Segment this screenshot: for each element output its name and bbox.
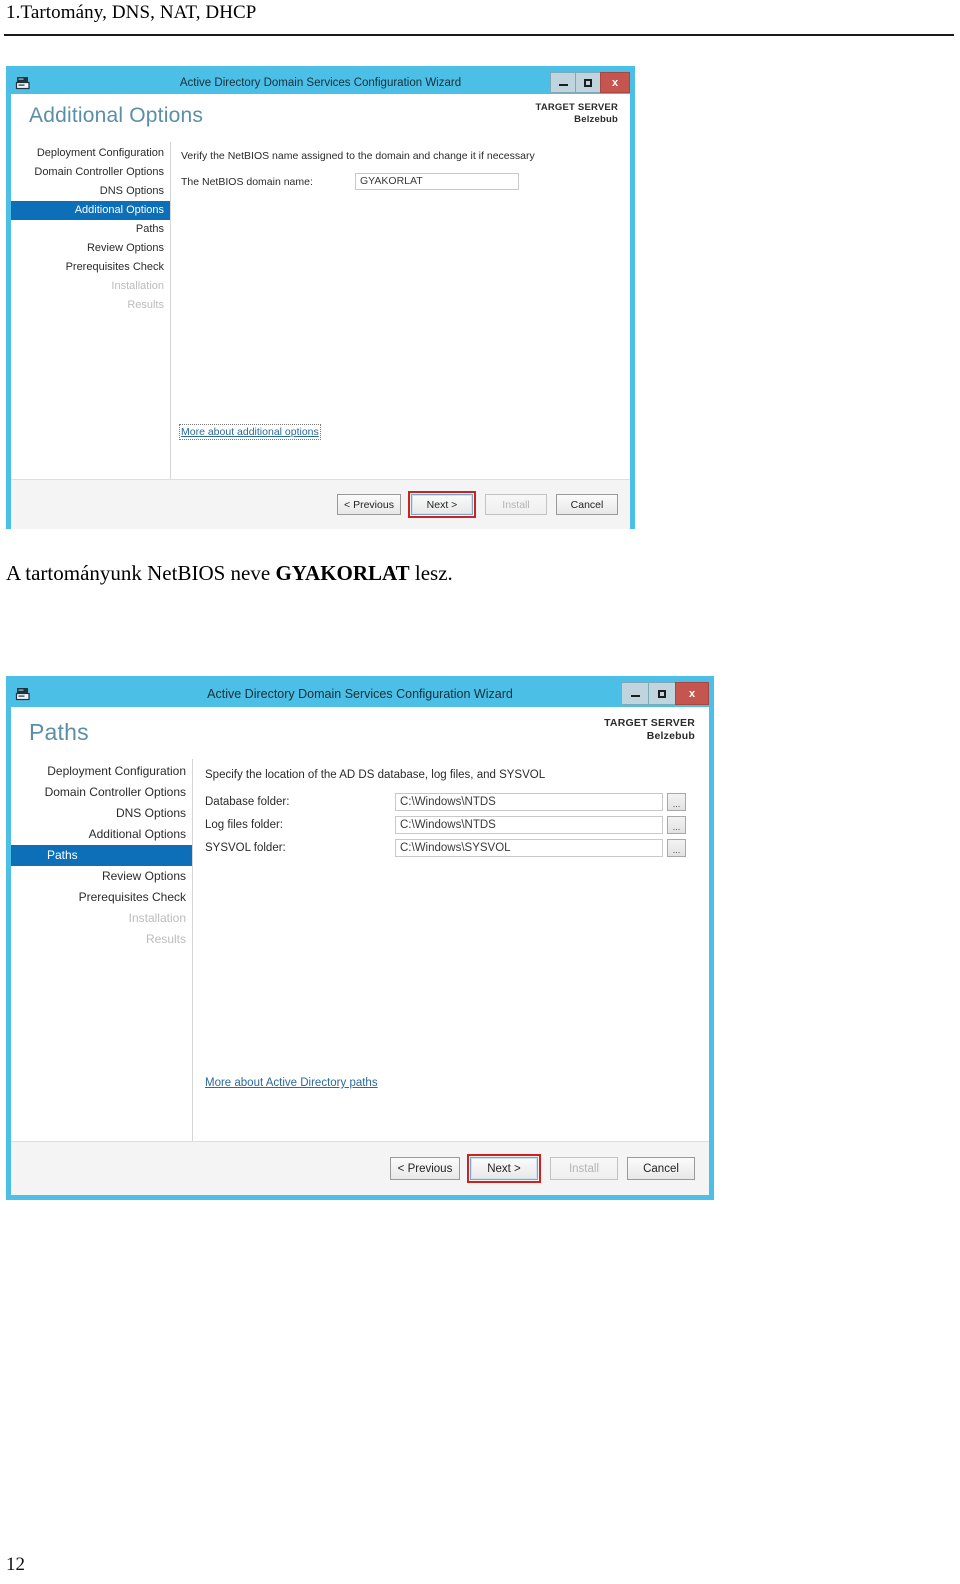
close-button[interactable]: x [600,72,630,93]
cancel-button[interactable]: Cancel [556,494,618,515]
next-button[interactable]: Next > [411,494,473,515]
nav-item-paths[interactable]: Paths [11,845,192,866]
header-divider [4,34,954,36]
server-wizard-icon [15,688,30,701]
nav-item-deployment-configuration[interactable]: Deployment Configuration [11,144,170,163]
netbios-domain-name-row: The NetBIOS domain name: GYAKORLAT [181,173,630,190]
more-about-additional-options-link[interactable]: More about additional options [179,424,321,440]
nav-item-results: Results [145,932,186,946]
caption-suffix: lesz. [409,561,453,585]
previous-button[interactable]: < Previous [390,1157,460,1180]
page-header: Paths TARGET SERVER Belzebub [11,707,709,759]
install-button: Install [485,494,547,515]
wizard-content: Verify the NetBIOS name assigned to the … [171,142,630,479]
next-button-highlight: Next > [408,491,476,518]
page-main: Deployment Configuration Domain Controll… [11,142,630,479]
window-controls: x [550,72,630,93]
page-main: Deployment Configuration Domain Controll… [11,759,709,1141]
database-folder-browse-button[interactable]: ... [667,793,686,811]
wizard-body: Paths TARGET SERVER Belzebub Deployment … [11,707,709,1195]
next-button[interactable]: Next > [470,1157,538,1180]
minimize-button[interactable] [550,72,575,93]
nav-item-installation: Installation [111,280,164,292]
wizard-navigation: Deployment Configuration Domain Controll… [11,142,171,479]
window-title: Active Directory Domain Services Configu… [179,76,462,89]
wizard-footer: < Previous Next > Install Cancel [11,1141,709,1195]
minimize-button[interactable] [621,682,648,705]
wizard-navigation: Deployment Configuration Domain Controll… [11,759,193,1141]
wizard-window-paths: Active Directory Domain Services Configu… [6,676,714,1200]
caption-prefix: A tartományunk NetBIOS neve [6,561,276,585]
next-button-highlight: Next > [467,1154,541,1183]
minimize-icon [558,83,568,86]
nav-item-domain-controller-options[interactable]: Domain Controller Options [11,163,170,182]
close-button[interactable]: x [675,682,709,705]
content-description: Specify the location of the AD DS databa… [205,769,546,781]
nav-item-domain-controller-options[interactable]: Domain Controller Options [11,782,192,803]
wizard-footer: < Previous Next > Install Cancel [11,479,630,529]
nav-item-dns-options[interactable]: DNS Options [11,182,170,201]
nav-item-review-options[interactable]: Review Options [11,866,192,887]
target-server-label: TARGET SERVER [604,717,695,729]
page-title: 1.Tartomány, DNS, NAT, DHCP [6,2,257,23]
nav-item-prerequisites-check[interactable]: Prerequisites Check [11,887,192,908]
nav-item-prerequisites-check[interactable]: Prerequisites Check [11,258,170,277]
wizard-page-title: Additional Options [29,104,204,127]
netbios-domain-name-label: The NetBIOS domain name: [181,175,313,188]
maximize-icon [584,78,592,87]
more-about-active-directory-paths-link[interactable]: More about Active Directory paths [205,1077,378,1089]
nav-item-results: Results [127,299,164,311]
window-title: Active Directory Domain Services Configu… [207,687,513,701]
wizard-body: Additional Options TARGET SERVER Belzebu… [11,94,630,529]
nav-item-dns-options[interactable]: DNS Options [11,803,192,824]
page-header: Additional Options TARGET SERVER Belzebu… [11,94,630,142]
target-server-info: TARGET SERVER Belzebub [536,102,618,126]
nav-item-review-options[interactable]: Review Options [11,239,170,258]
database-folder-label: Database folder: [205,796,290,808]
nav-item-additional-options[interactable]: Additional Options [11,824,192,845]
install-button: Install [550,1157,618,1180]
sysvol-folder-browse-button[interactable]: ... [667,839,686,857]
wizard-window-additional-options: Active Directory Domain Services Configu… [6,66,635,529]
log-files-folder-row: Log files folder: C:\Windows\NTDS ... [205,816,709,834]
sysvol-folder-row: SYSVOL folder: C:\Windows\SYSVOL ... [205,839,709,857]
server-wizard-icon [15,76,30,89]
caption-bold: GYAKORLAT [275,561,410,585]
previous-button[interactable]: < Previous [337,494,401,515]
database-folder-input[interactable]: C:\Windows\NTDS [395,793,663,811]
maximize-button[interactable] [575,72,600,93]
nav-item-paths[interactable]: Paths [11,220,170,239]
log-files-folder-label: Log files folder: [205,819,283,831]
target-server-info: TARGET SERVER Belzebub [604,717,695,743]
target-server-name: Belzebub [646,730,695,742]
nav-item-installation: Installation [128,911,186,925]
cancel-button[interactable]: Cancel [627,1157,695,1180]
maximize-button[interactable] [648,682,675,705]
netbios-domain-name-input[interactable]: GYAKORLAT [355,173,519,190]
window-controls: x [621,682,709,705]
wizard-content: Specify the location of the AD DS databa… [193,759,709,1141]
sysvol-folder-input[interactable]: C:\Windows\SYSVOL [395,839,663,857]
content-description: Verify the NetBIOS name assigned to the … [181,150,535,162]
target-server-label: TARGET SERVER [535,102,618,113]
log-files-folder-browse-button[interactable]: ... [667,816,686,834]
database-folder-row: Database folder: C:\Windows\NTDS ... [205,793,709,811]
wizard-page-title: Paths [29,719,89,745]
page-number: 12 [6,1554,25,1575]
target-server-name: Belzebub [574,114,618,125]
minimize-icon [630,694,640,697]
nav-item-additional-options[interactable]: Additional Options [11,201,170,220]
log-files-folder-input[interactable]: C:\Windows\NTDS [395,816,663,834]
titlebar: Active Directory Domain Services Configu… [11,71,630,94]
document-header: 1.Tartomány, DNS, NAT, DHCP [0,0,960,44]
maximize-icon [658,689,666,698]
nav-item-deployment-configuration[interactable]: Deployment Configuration [11,761,192,782]
caption-netbios: A tartományunk NetBIOS neve GYAKORLAT le… [6,561,453,586]
sysvol-folder-label: SYSVOL folder: [205,842,286,854]
titlebar: Active Directory Domain Services Configu… [11,681,709,707]
